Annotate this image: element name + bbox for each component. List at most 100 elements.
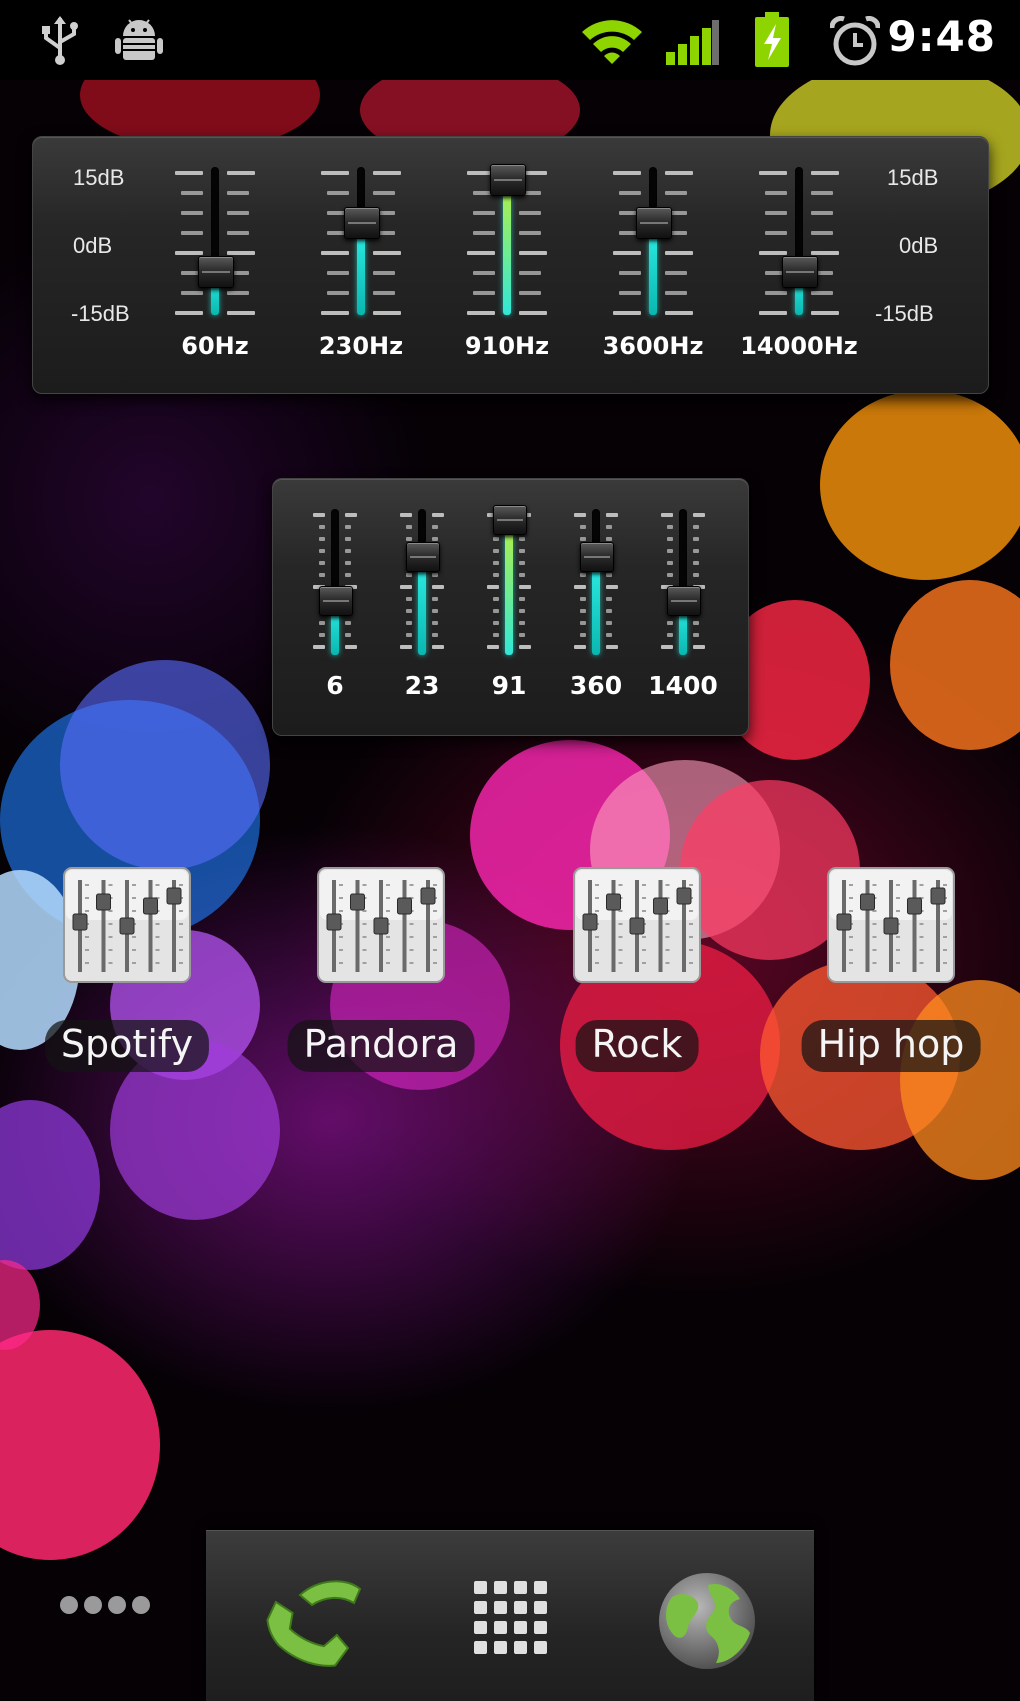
eq-tick-mark: [580, 525, 586, 529]
equalizer-widget-small[interactable]: 6 23 91 360 1400: [272, 478, 749, 736]
eq-tick-mark: [227, 311, 255, 315]
shortcut-spotify[interactable]: Spotify: [22, 862, 232, 1082]
eq-tick-mark: [345, 633, 351, 637]
eq-slider-knob[interactable]: [490, 163, 526, 196]
eq-tick-mark: [227, 191, 249, 195]
db-label-top-left: 15dB: [73, 165, 125, 190]
shortcut-label: Spotify: [44, 1020, 210, 1072]
eq-tick-mark: [665, 191, 687, 195]
equalizer-app-icon: [573, 867, 701, 983]
eq-tick-mark: [606, 633, 612, 637]
eq-tick-mark: [619, 271, 641, 275]
eq-tick-mark: [345, 561, 351, 565]
eq-tick-mark: [667, 561, 673, 565]
eq-tick-mark: [619, 191, 641, 195]
shortcut-label: Pandora: [287, 1020, 475, 1072]
eq-tick-mark: [432, 525, 438, 529]
eq-tick-mark: [574, 513, 586, 517]
eq-slider-knob[interactable]: [319, 585, 353, 616]
eq-slider-knob[interactable]: [782, 255, 818, 288]
eq-tick-mark: [519, 211, 541, 215]
eq-tick-mark: [693, 537, 699, 541]
equalizer-app-icon: [827, 867, 955, 983]
eq-tick-mark: [759, 311, 787, 315]
shortcut-rock[interactable]: Rock: [532, 862, 742, 1082]
status-bar: 9:48: [0, 0, 1020, 80]
eq-tick-mark: [227, 291, 249, 295]
db-label-bottom-right: -15dB: [875, 301, 934, 326]
eq-tick-mark: [319, 561, 325, 565]
equalizer-widget-large[interactable]: 15dB 0dB -15dB 15dB 0dB -15dB 60Hz 230Hz 9…: [32, 136, 989, 394]
android-debug-icon: [115, 19, 163, 60]
eq-tick-mark: [181, 191, 203, 195]
eq-tick-mark: [432, 633, 438, 637]
eq-slider-knob[interactable]: [580, 541, 614, 572]
eq-tick-mark: [811, 251, 839, 255]
eq-slider-knob[interactable]: [198, 255, 234, 288]
eq-tick-mark: [693, 621, 699, 625]
eq-tick-mark: [667, 633, 673, 637]
phone-icon[interactable]: [248, 1551, 378, 1681]
eq-tick-mark: [693, 573, 699, 577]
eq-tick-mark: [321, 251, 349, 255]
eq-tick-mark: [765, 291, 787, 295]
eq-tick-mark: [181, 231, 203, 235]
eq-tick-mark: [319, 621, 325, 625]
eq-tick-mark: [606, 645, 618, 649]
eq-tick-mark: [693, 525, 699, 529]
eq-tick-mark: [613, 251, 641, 255]
eq-tick-mark: [580, 573, 586, 577]
eq-slider-knob[interactable]: [344, 206, 380, 239]
eq-slider-knob[interactable]: [406, 541, 440, 572]
eq-tick-mark: [473, 211, 495, 215]
eq-tick-mark: [473, 271, 495, 275]
eq-tick-mark: [574, 645, 586, 649]
eq-tick-mark: [693, 633, 699, 637]
eq-tick-mark: [519, 561, 525, 565]
eq-tick-mark: [519, 645, 531, 649]
db-label-mid-right: 0dB: [899, 233, 939, 258]
app-drawer-icon[interactable]: [446, 1551, 576, 1681]
more-pages-dots-icon[interactable]: [60, 1592, 160, 1620]
eq-tick-mark: [619, 291, 641, 295]
eq-tick-mark: [493, 621, 499, 625]
eq-tick-mark: [574, 585, 586, 589]
eq-tick-mark: [487, 585, 499, 589]
shortcut-pandora[interactable]: Pandora: [276, 862, 486, 1082]
eq-tick-mark: [765, 191, 787, 195]
eq-tick-mark: [227, 231, 249, 235]
eq-tick-mark: [606, 597, 612, 601]
db-label-bottom-left: -15dB: [71, 301, 130, 326]
eq-tick-mark: [519, 549, 525, 553]
eq-tick-mark: [661, 513, 673, 517]
browser-globe-icon[interactable]: [642, 1551, 772, 1681]
eq-large-band-label: 14000Hz: [740, 332, 858, 360]
eq-tick-mark: [765, 211, 787, 215]
eq-tick-mark: [487, 645, 499, 649]
eq-tick-mark: [373, 311, 401, 315]
db-label-top-right: 15dB: [887, 165, 939, 190]
eq-slider-knob[interactable]: [493, 505, 527, 536]
eq-tick-mark: [313, 513, 325, 517]
eq-small-band-label: 1400: [648, 671, 718, 700]
eq-tick-mark: [493, 633, 499, 637]
eq-tick-mark: [400, 513, 412, 517]
eq-tick-mark: [667, 549, 673, 553]
eq-tick-mark: [693, 513, 705, 517]
equalizer-app-icon: [317, 867, 445, 983]
eq-tick-mark: [606, 585, 618, 589]
shortcut-hip-hop[interactable]: Hip hop: [786, 862, 996, 1082]
eq-slider-knob[interactable]: [667, 585, 701, 616]
eq-tick-mark: [319, 633, 325, 637]
eq-large-band-label: 60Hz: [181, 332, 249, 360]
eq-tick-mark: [667, 537, 673, 541]
eq-tick-mark: [693, 549, 699, 553]
eq-tick-mark: [667, 525, 673, 529]
eq-tick-mark: [519, 231, 541, 235]
shortcut-label: Hip hop: [801, 1020, 981, 1072]
eq-tick-mark: [406, 621, 412, 625]
eq-slider-knob[interactable]: [636, 206, 672, 239]
eq-tick-mark: [613, 311, 641, 315]
eq-tick-mark: [432, 513, 444, 517]
eq-tick-mark: [327, 291, 349, 295]
